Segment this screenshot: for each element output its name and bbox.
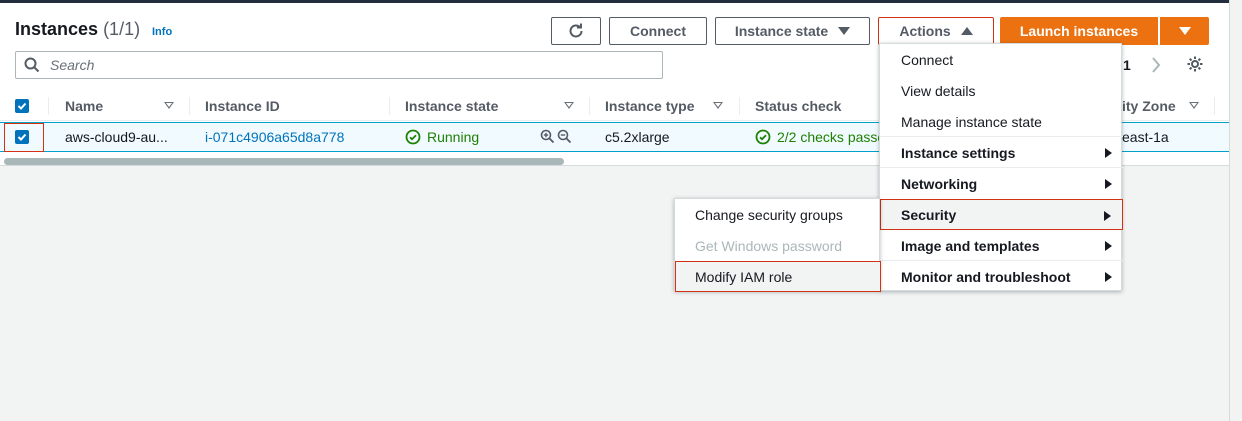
status-check-text: 2/2 checks passe <box>777 129 886 145</box>
launch-instances-button[interactable]: Launch instances <box>1000 17 1158 45</box>
zoom-in-icon[interactable] <box>540 129 555 144</box>
sort-icon[interactable] <box>1189 102 1199 109</box>
caret-up-icon <box>960 27 973 35</box>
horizontal-scrollbar[interactable] <box>4 158 564 165</box>
menu-item-view-details[interactable]: View details <box>880 75 1123 106</box>
column-header-instance-id[interactable]: Instance ID <box>205 98 280 114</box>
actions-button[interactable]: Actions <box>878 17 994 45</box>
launch-options-button[interactable] <box>1160 17 1209 45</box>
caret-down-icon <box>838 27 851 35</box>
column-divider <box>1214 97 1215 115</box>
check-icon <box>17 102 27 110</box>
page-number[interactable]: 1 <box>1123 57 1131 73</box>
chevron-right-icon[interactable] <box>1150 56 1162 74</box>
actions-button-label: Actions <box>899 23 951 39</box>
menu-item-connect[interactable]: Connect <box>880 44 1123 75</box>
menu-item-networking[interactable]: Networking <box>880 168 1123 199</box>
caret-down-icon <box>1178 27 1191 35</box>
zoom-controls <box>540 129 572 144</box>
menu-item-monitor-and-troubleshoot[interactable]: Monitor and troubleshoot <box>880 261 1123 292</box>
cell-status-check: 2/2 checks passe <box>755 129 885 145</box>
menu-item-manage-instance-state[interactable]: Manage instance state <box>880 106 1123 137</box>
column-header-name[interactable]: Name <box>65 98 103 114</box>
menu-item-label: Instance settings <box>901 144 1016 161</box>
check-icon <box>17 133 27 141</box>
submenu-item-get-windows-password: Get Windows password <box>675 230 881 261</box>
instance-state-text: Running <box>427 129 480 145</box>
row-checkbox[interactable] <box>15 130 29 144</box>
refresh-button[interactable] <box>551 17 601 45</box>
instance-state-button[interactable]: Instance state <box>715 17 870 45</box>
submenu-item-label: Get Windows password <box>695 237 843 254</box>
cell-availability-zone: east-1a <box>1122 129 1169 145</box>
zoom-out-icon[interactable] <box>557 129 572 144</box>
refresh-icon <box>569 23 583 38</box>
cell-instance-state: Running <box>405 129 479 145</box>
cell-instance-id-link[interactable]: i-071c4906a65d8a778 <box>205 129 344 145</box>
instance-count: (1/1) <box>103 19 141 39</box>
caret-right-icon <box>1105 241 1112 251</box>
menu-item-image-and-templates[interactable]: Image and templates <box>880 230 1123 261</box>
column-header-instance-state[interactable]: Instance state <box>405 98 498 114</box>
menu-item-label: Networking <box>901 175 978 192</box>
sort-icon[interactable] <box>713 102 723 109</box>
submenu-item-label: Modify IAM role <box>695 268 793 285</box>
sort-icon[interactable] <box>564 102 574 109</box>
instance-state-label: Instance state <box>734 23 829 39</box>
actions-dropdown-menu: Connect View details Manage instance sta… <box>879 43 1123 292</box>
select-all-checkbox[interactable] <box>15 99 29 113</box>
submenu-item-change-security-groups[interactable]: Change security groups <box>675 199 881 230</box>
column-header-availability-zone[interactable]: ity Zone <box>1122 98 1176 114</box>
status-success-icon <box>755 129 771 145</box>
caret-right-icon <box>1105 148 1112 158</box>
column-divider <box>739 97 740 115</box>
submenu-item-modify-iam-role[interactable]: Modify IAM role <box>675 261 881 292</box>
caret-right-icon <box>1104 211 1111 221</box>
page-title: Instances (1/1) <box>15 19 140 40</box>
cell-instance-type: c5.2xlarge <box>605 129 670 145</box>
connect-button[interactable]: Connect <box>609 17 707 45</box>
column-header-status-check[interactable]: Status check <box>755 98 841 114</box>
column-divider <box>389 97 390 115</box>
launch-instances-label: Launch instances <box>1019 23 1139 39</box>
column-divider <box>189 97 190 115</box>
page-title-text: Instances <box>15 19 99 39</box>
submenu-item-label: Change security groups <box>695 206 843 223</box>
cell-name: aws-cloud9-au... <box>65 129 168 145</box>
menu-item-label: Image and templates <box>901 237 1040 254</box>
caret-right-icon <box>1105 272 1112 282</box>
column-divider <box>48 97 49 115</box>
search-icon <box>24 57 40 73</box>
connect-button-label: Connect <box>630 23 686 39</box>
menu-item-instance-settings[interactable]: Instance settings <box>880 137 1123 168</box>
menu-item-label: Connect <box>901 51 954 68</box>
scroll-track[interactable] <box>1229 0 1242 421</box>
info-link[interactable]: Info <box>152 26 172 38</box>
security-submenu: Change security groups Get Windows passw… <box>674 198 881 292</box>
menu-item-label: Monitor and troubleshoot <box>901 268 1071 285</box>
menu-item-label: View details <box>901 82 976 99</box>
column-header-instance-type[interactable]: Instance type <box>605 98 694 114</box>
menu-item-security[interactable]: Security <box>880 199 1123 230</box>
gear-icon[interactable] <box>1186 55 1204 73</box>
menu-item-label: Security <box>901 206 957 223</box>
search-input[interactable] <box>48 55 648 75</box>
menu-item-label: Manage instance state <box>901 113 1042 130</box>
column-divider <box>589 97 590 115</box>
search-box[interactable] <box>15 51 663 79</box>
sort-icon[interactable] <box>164 102 174 109</box>
status-success-icon <box>405 129 421 145</box>
caret-right-icon <box>1105 179 1112 189</box>
